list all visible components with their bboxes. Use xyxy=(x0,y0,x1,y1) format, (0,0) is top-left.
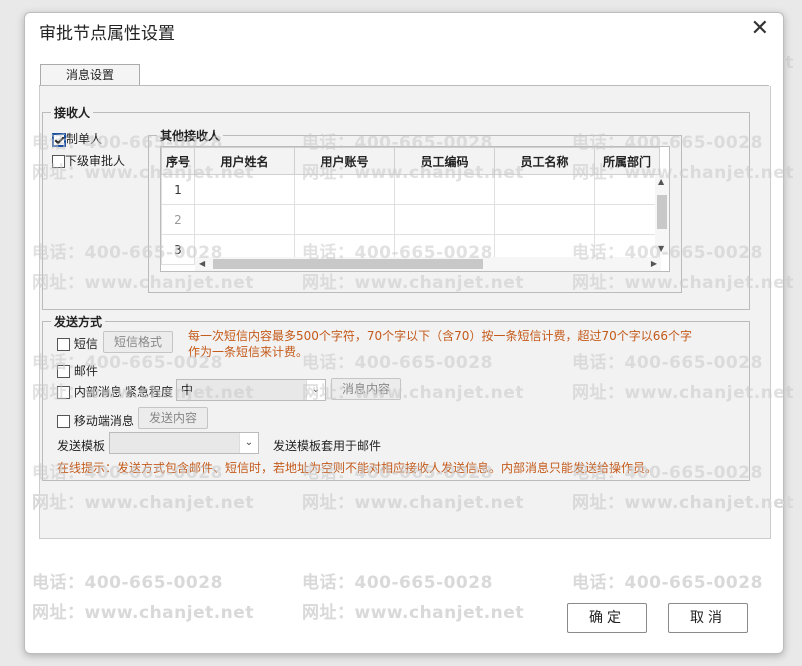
cancel-button[interactable]: 取消 xyxy=(668,603,748,633)
recipients-grid: 序号 用户姓名 用户账号 员工编码 员工名称 所属部门 1 2 3 ▲ ▼ ◀ … xyxy=(160,146,670,272)
creator-checkbox[interactable] xyxy=(52,132,66,147)
recipients-table: 序号 用户姓名 用户账号 员工编码 员工名称 所属部门 1 2 3 xyxy=(161,147,660,265)
table-cell[interactable] xyxy=(394,174,495,205)
other-recipients-legend: 其他接收人 xyxy=(160,129,221,143)
table-cell[interactable] xyxy=(294,174,395,205)
vertical-scrollbar[interactable]: ▲ ▼ xyxy=(655,175,669,255)
next-approver-label: 下级审批人 xyxy=(65,154,126,168)
template-label: 发送模板 xyxy=(57,439,106,453)
table-cell[interactable] xyxy=(194,204,295,235)
scroll-up-icon[interactable]: ▲ xyxy=(658,177,664,186)
table-cell[interactable] xyxy=(194,174,295,205)
column-header[interactable]: 所属部门 xyxy=(594,147,660,175)
mobile-message-option[interactable]: 移动端消息 xyxy=(57,412,134,429)
row-index: 1 xyxy=(161,174,195,205)
table-row[interactable]: 1 xyxy=(161,174,660,205)
email-label: 邮件 xyxy=(73,364,98,378)
chevron-down-icon[interactable]: ⌄ xyxy=(239,433,258,453)
column-header[interactable]: 用户姓名 xyxy=(194,147,295,175)
mobile-message-label: 移动端消息 xyxy=(73,414,134,428)
column-header[interactable]: 员工编码 xyxy=(394,147,495,175)
email-checkbox[interactable] xyxy=(57,365,70,378)
template-select[interactable]: ⌄ xyxy=(109,432,259,454)
table-row[interactable]: 2 xyxy=(161,204,660,235)
ok-button[interactable]: 确定 xyxy=(567,603,647,633)
column-header[interactable]: 员工名称 xyxy=(494,147,595,175)
dialog-title: 审批节点属性设置 xyxy=(39,24,175,44)
urgency-label: 紧急程度 xyxy=(125,385,174,399)
tab-bar: 消息设置 xyxy=(39,63,769,86)
send-method-legend: 发送方式 xyxy=(54,315,103,329)
table-cell[interactable] xyxy=(494,174,595,205)
online-tip: 在线提示：发送方式包含邮件、短信时，若地址为空则不能对相应接收人发送信息。内部消… xyxy=(57,461,658,475)
sms-checkbox[interactable] xyxy=(57,338,70,351)
table-cell[interactable] xyxy=(594,174,660,205)
chevron-down-icon[interactable]: ⌄ xyxy=(306,380,325,400)
mobile-message-checkbox[interactable] xyxy=(57,415,70,428)
recipients-legend: 接收人 xyxy=(54,106,91,120)
tab-message-settings[interactable]: 消息设置 xyxy=(40,64,140,85)
next-approver-option[interactable]: 下级审批人 xyxy=(52,152,125,169)
message-content-button[interactable]: 消息内容 xyxy=(331,378,401,400)
sms-note-line: 每一次短信内容最多500个字符，70个字以下（含70）按一条短信计费，超过70个… xyxy=(188,329,692,343)
column-header[interactable]: 序号 xyxy=(161,147,195,175)
scroll-thumb[interactable] xyxy=(657,195,667,229)
table-cell[interactable] xyxy=(294,204,395,235)
send-content-button[interactable]: 发送内容 xyxy=(138,407,208,429)
row-index: 2 xyxy=(161,204,195,235)
internal-message-option[interactable]: 内部消息 xyxy=(57,383,122,400)
urgency-value: 中 xyxy=(181,383,194,397)
column-header[interactable]: 用户账号 xyxy=(294,147,395,175)
scroll-thumb[interactable] xyxy=(213,259,483,269)
sms-note: 每一次短信内容最多500个字符，70个字以下（含70）按一条短信计费，超过70个… xyxy=(188,328,692,360)
internal-message-label: 内部消息 xyxy=(73,385,122,399)
email-option[interactable]: 邮件 xyxy=(57,362,98,379)
scroll-right-icon[interactable]: ▶ xyxy=(651,259,657,268)
internal-message-checkbox[interactable] xyxy=(57,386,70,399)
table-cell[interactable] xyxy=(494,204,595,235)
creator-label: 制单人 xyxy=(66,132,103,146)
close-icon[interactable]: ✕ xyxy=(751,17,769,41)
scroll-left-icon[interactable]: ◀ xyxy=(199,259,205,268)
table-cell[interactable] xyxy=(394,204,495,235)
sms-note-line: 作为一条短信来计费。 xyxy=(188,345,309,359)
sms-option[interactable]: 短信 xyxy=(57,335,98,352)
horizontal-scrollbar[interactable]: ◀ ▶ xyxy=(195,257,661,271)
creator-option[interactable]: 制单人 xyxy=(52,130,102,147)
row-index: 3 xyxy=(161,234,195,265)
sms-label: 短信 xyxy=(73,337,98,351)
scroll-down-icon[interactable]: ▼ xyxy=(658,244,664,253)
urgency-select[interactable]: 中 ⌄ xyxy=(176,379,326,401)
template-hint: 发送模板套用于邮件 xyxy=(273,439,382,453)
next-approver-checkbox[interactable] xyxy=(52,155,65,168)
table-cell[interactable] xyxy=(594,204,660,235)
sms-format-button[interactable]: 短信格式 xyxy=(103,331,173,353)
